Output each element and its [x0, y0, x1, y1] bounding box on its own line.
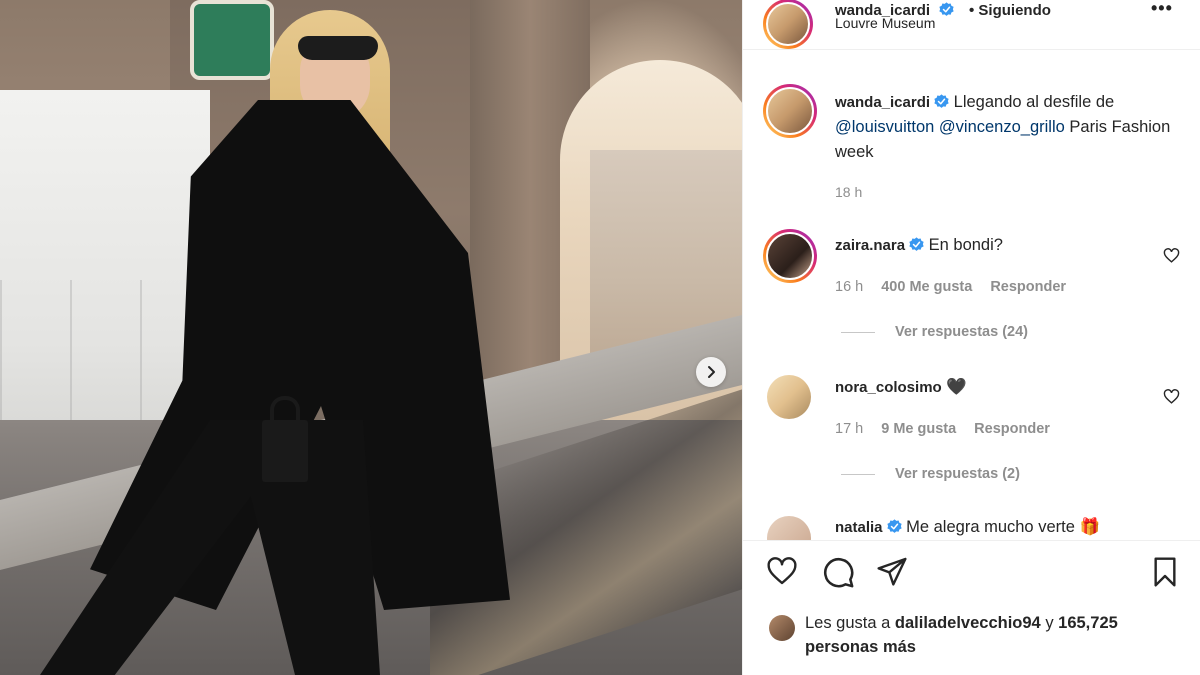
comment-likes[interactable]: 400 Me gusta — [881, 279, 972, 295]
likes-middle: y — [1040, 614, 1059, 632]
divider — [841, 473, 875, 475]
caption-timestamp[interactable]: 18 h — [835, 184, 862, 200]
view-replies-label: Ver respuestas (2) — [895, 466, 1020, 482]
comment-meta: 16 h 400 Me gusta Responder — [835, 279, 1066, 295]
heart-icon[interactable] — [1163, 388, 1180, 405]
comment-username[interactable]: nora_colosimo — [835, 379, 942, 396]
comment-body: natalia Me alegra mucho verte 🎁 — [835, 518, 1100, 537]
reply-button[interactable]: Responder — [974, 421, 1050, 437]
verified-icon — [934, 94, 949, 108]
comment-username[interactable]: zaira.nara — [835, 237, 905, 254]
comment-time[interactable]: 16 h — [835, 279, 863, 295]
next-photo-button[interactable] — [696, 357, 726, 387]
comment-text: Me alegra mucho verte 🎁 — [906, 518, 1100, 536]
avatar[interactable] — [763, 0, 813, 49]
comment-text: 🖤 — [946, 378, 967, 396]
more-icon: ••• — [1151, 0, 1173, 18]
verified-icon — [886, 519, 902, 533]
more-options-button[interactable]: ••• — [1151, 0, 1173, 19]
comment-icon[interactable] — [821, 555, 855, 589]
post-header: wanda_icardi • Siguiendo Louvre Museum •… — [743, 0, 1200, 50]
caption-username[interactable]: wanda_icardi — [835, 94, 930, 111]
photo-wall-lines — [0, 280, 200, 420]
verified-icon — [909, 237, 924, 251]
caption-avatar[interactable] — [763, 84, 817, 138]
mention-link[interactable]: @vincenzo_grillo — [939, 118, 1065, 136]
divider — [841, 331, 875, 333]
comment-likes[interactable]: 9 Me gusta — [881, 421, 956, 437]
reply-button[interactable]: Responder — [990, 279, 1066, 295]
follow-status-button[interactable]: • Siguiendo — [969, 2, 1051, 19]
comment-avatar[interactable] — [763, 229, 817, 283]
bookmark-icon[interactable] — [1149, 555, 1181, 589]
comment-body: nora_colosimo 🖤 — [835, 378, 967, 397]
comment-avatar[interactable] — [767, 375, 811, 419]
view-replies-label: Ver respuestas (24) — [895, 324, 1028, 340]
heart-icon[interactable] — [765, 555, 799, 587]
photo-sunglasses — [298, 36, 378, 60]
follow-status-label: Siguiendo — [978, 2, 1051, 19]
view-replies-button[interactable]: Ver respuestas (24) — [841, 324, 1028, 340]
likes-prefix: Les gusta a — [805, 614, 895, 632]
comment-time[interactable]: 17 h — [835, 421, 863, 437]
post-actions: Les gusta a dalila​delvecchio94 y 165,72… — [743, 540, 1200, 675]
post-photo[interactable] — [0, 0, 742, 675]
comment-meta: 17 h 9 Me gusta Responder — [835, 421, 1050, 437]
comment-body: zaira.nara En bondi? — [835, 236, 1003, 255]
likes-summary[interactable]: Les gusta a dalila​delvecchio94 y 165,72… — [805, 611, 1185, 659]
photo-bag — [262, 420, 308, 482]
photo-sign — [190, 0, 274, 80]
liker-username[interactable]: dalila​delvecchio94 — [895, 614, 1041, 632]
comments-scroll-area[interactable]: wanda_icardi • Siguiendo Louvre Museum •… — [743, 0, 1200, 540]
caption-text-before: Llegando al desfile de — [953, 93, 1115, 111]
share-icon[interactable] — [875, 555, 909, 587]
post-side-panel: wanda_icardi • Siguiendo Louvre Museum •… — [742, 0, 1200, 675]
view-replies-button[interactable]: Ver respuestas (2) — [841, 466, 1020, 482]
comment-avatar[interactable] — [767, 516, 811, 540]
caption-text: wanda_icardi Llegando al desfile de @lou… — [835, 90, 1185, 165]
comment-text: En bondi? — [928, 236, 1003, 254]
comment-username[interactable]: natalia — [835, 519, 883, 536]
liker-avatar[interactable] — [769, 615, 795, 641]
heart-icon[interactable] — [1163, 247, 1180, 264]
chevron-right-icon — [708, 366, 715, 378]
verified-icon — [938, 2, 954, 16]
mention-link[interactable]: @louisvuitton — [835, 118, 934, 136]
post-location[interactable]: Louvre Museum — [835, 15, 935, 31]
